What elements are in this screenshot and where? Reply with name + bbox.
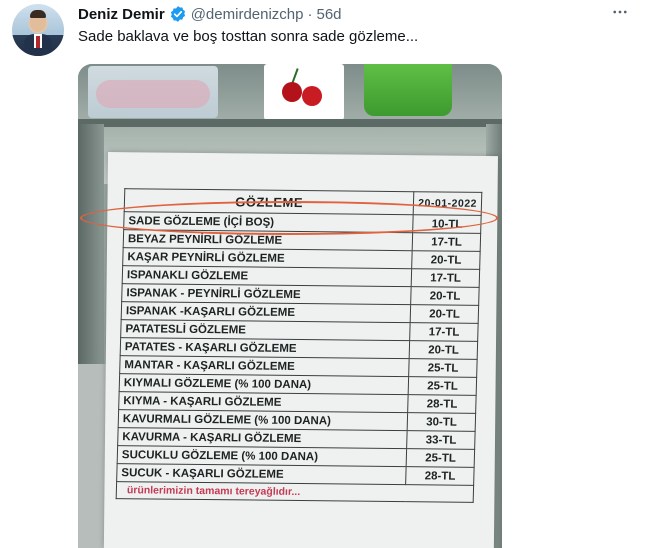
menu-item-price: 20-TL bbox=[410, 304, 479, 324]
menu-item-price: 25-TL bbox=[408, 358, 478, 378]
header-separator: · bbox=[307, 5, 313, 23]
menu-item-price: 25-TL bbox=[406, 448, 475, 468]
more-options-icon bbox=[613, 10, 627, 14]
menu-item-price: 28-TL bbox=[405, 466, 475, 486]
menu-item-price: 20-TL bbox=[411, 250, 481, 270]
cherry bbox=[282, 82, 302, 102]
tweet-text: Sade baklava ve boş tosttan sonra sade g… bbox=[78, 28, 419, 45]
avatar[interactable] bbox=[12, 4, 64, 56]
highlight-oval bbox=[80, 201, 498, 235]
author-handle[interactable]: @demirdenizchp bbox=[191, 6, 304, 23]
menu-item-price: 17-TL bbox=[411, 268, 480, 288]
menu-item-price: 30-TL bbox=[407, 412, 476, 432]
author-name[interactable]: Deniz Demir bbox=[78, 6, 165, 23]
menu-item-price: 25-TL bbox=[408, 376, 477, 396]
menu-footnote-row: ürünlerimizin tamamı tereyağlıdır... bbox=[116, 481, 474, 503]
menu-item-price: 33-TL bbox=[406, 430, 476, 450]
menu-items: SADE GÖZLEME (İÇİ BOŞ) 10-TL BEYAZ PEYNİRL… bbox=[116, 211, 482, 486]
verified-badge-icon bbox=[170, 6, 185, 22]
menu-item-price: 20-TL bbox=[410, 286, 480, 306]
tweet-header: Deniz Demir @demirdenizchp · 56d bbox=[78, 3, 342, 25]
more-options-button[interactable] bbox=[608, 2, 632, 22]
tweet-photo[interactable]: GÖZLEME 20-01-2022 SADE GÖZLEME (İÇİ BOŞ… bbox=[78, 64, 502, 548]
menu-footnote: ürünlerimizin tamamı tereyağlıdır... bbox=[116, 481, 474, 503]
tweet: Deniz Demir @demirdenizchp · 56d Sade ba… bbox=[0, 0, 650, 548]
menu-item-price: 17-TL bbox=[412, 232, 481, 252]
avatar-tie bbox=[36, 36, 40, 48]
glass-jar bbox=[88, 66, 218, 118]
menu-item-price: 20-TL bbox=[409, 340, 478, 360]
cherry bbox=[302, 86, 322, 106]
avatar-hair bbox=[30, 10, 46, 18]
green-bottle bbox=[364, 64, 452, 116]
menu-table: GÖZLEME 20-01-2022 SADE GÖZLEME (İÇİ BOŞ… bbox=[116, 188, 483, 503]
tweet-age[interactable]: 56d bbox=[316, 6, 341, 23]
glass-contents bbox=[96, 80, 210, 108]
menu-item-price: 17-TL bbox=[409, 322, 479, 342]
menu-item-price: 28-TL bbox=[407, 394, 477, 414]
cherry-juice-carton bbox=[264, 64, 344, 120]
glass-shelf bbox=[78, 119, 502, 127]
